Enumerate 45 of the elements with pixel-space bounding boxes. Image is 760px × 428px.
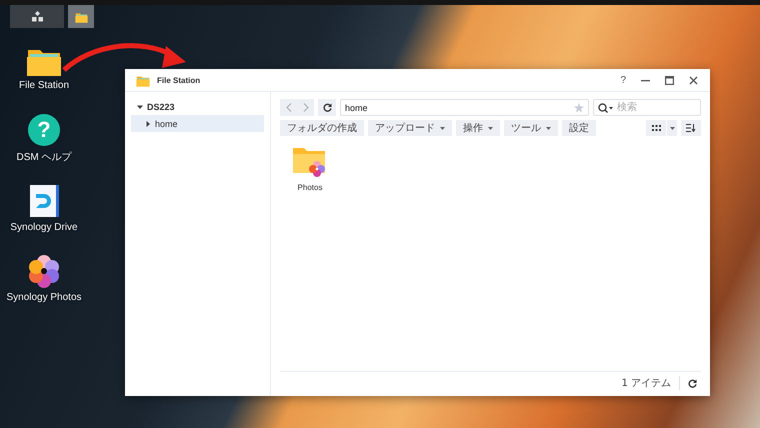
search-icon bbox=[598, 103, 614, 113]
grid-view-icon bbox=[652, 124, 660, 132]
sort-icon bbox=[686, 124, 696, 132]
desktop-icon-label[interactable]: Synology Drive bbox=[10, 222, 78, 233]
caret-down-icon bbox=[137, 104, 143, 110]
view-dropdown-button[interactable] bbox=[667, 120, 677, 136]
caret-down-icon bbox=[488, 126, 493, 130]
file-name[interactable]: Photos bbox=[298, 183, 322, 192]
maximize-icon bbox=[665, 76, 674, 84]
item-count: 1 アイテム bbox=[621, 376, 680, 390]
desktop-icon-label[interactable]: DSM ヘルプ bbox=[16, 150, 72, 164]
search-field[interactable]: 検索 bbox=[593, 99, 701, 116]
toolbar-button[interactable]: 操作 bbox=[456, 120, 500, 136]
chevron-right-icon bbox=[302, 103, 308, 112]
path-field[interactable]: home bbox=[340, 99, 589, 116]
caret-down-icon bbox=[440, 126, 445, 130]
refresh-icon bbox=[322, 103, 332, 112]
refresh-icon bbox=[688, 378, 697, 388]
taskbar-button[interactable] bbox=[10, 5, 64, 28]
close-icon bbox=[689, 76, 698, 84]
flower-icon bbox=[27, 254, 61, 288]
window-title: File Station bbox=[157, 76, 200, 84]
toolbar-button[interactable]: フォルダの作成 bbox=[280, 120, 364, 136]
caret-down-icon bbox=[546, 126, 551, 130]
tree-item[interactable]: home bbox=[131, 115, 264, 132]
caret-down-icon bbox=[670, 126, 674, 130]
view-button[interactable] bbox=[646, 120, 666, 136]
sort-button[interactable] bbox=[681, 120, 701, 136]
folder-icon bbox=[136, 74, 150, 86]
refresh-button[interactable] bbox=[688, 378, 697, 388]
help-button[interactable]: ? bbox=[616, 74, 630, 86]
chevron-left-icon bbox=[286, 103, 292, 112]
star-icon bbox=[574, 102, 584, 112]
desktop-icon-label[interactable]: File Station bbox=[18, 80, 70, 91]
tree-item[interactable]: DS223 bbox=[131, 98, 264, 115]
refresh-button[interactable] bbox=[318, 99, 336, 116]
toolbar-button[interactable]: 設定 bbox=[562, 120, 596, 136]
toolbar-button[interactable]: ツール bbox=[504, 120, 558, 136]
photos-folder-icon bbox=[293, 146, 327, 178]
folder-icon bbox=[74, 10, 88, 22]
drive-icon bbox=[27, 184, 61, 218]
desktop-icon-label[interactable]: Synology Photos bbox=[6, 292, 82, 303]
caret-right-icon bbox=[145, 120, 151, 126]
grid-icon bbox=[32, 11, 42, 22]
toolbar-button[interactable]: アップロード bbox=[368, 120, 452, 136]
